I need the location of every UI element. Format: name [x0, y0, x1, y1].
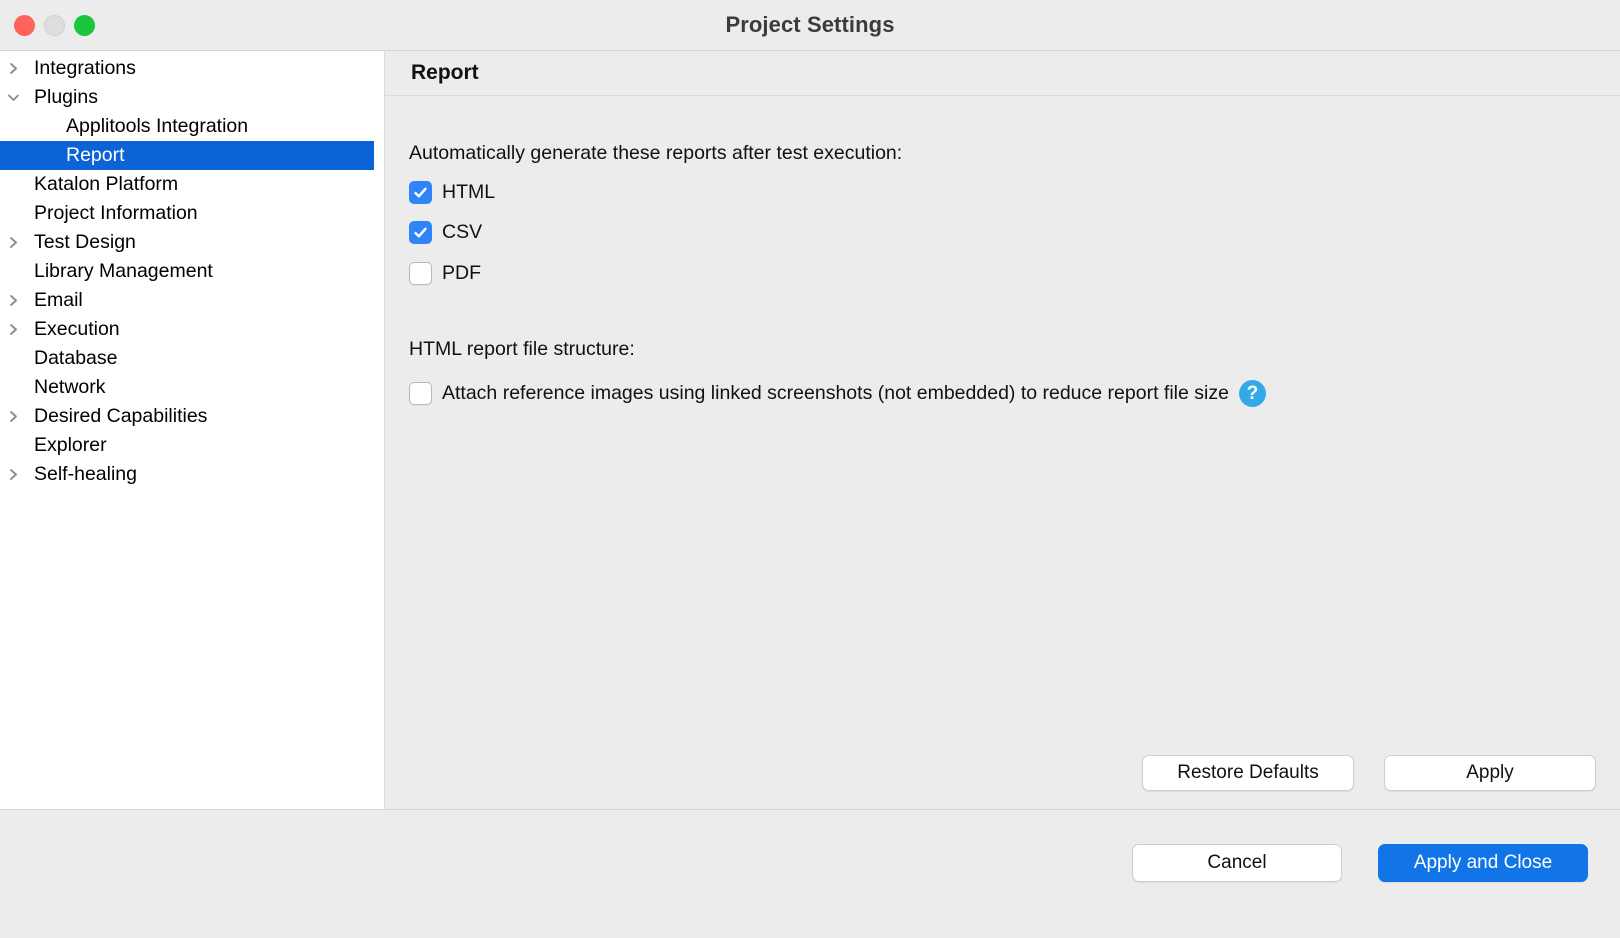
- minimize-window-button[interactable]: [44, 14, 65, 36]
- file-structure-group: HTML report file structure: Attach refer…: [409, 338, 1266, 407]
- sidebar-item-database[interactable]: Database: [0, 344, 374, 373]
- sidebar-item-desired-capabilities[interactable]: Desired Capabilities: [0, 402, 374, 431]
- sidebar-item-label: Applitools Integration: [66, 114, 249, 137]
- sidebar-item-plugins[interactable]: Plugins: [0, 83, 374, 112]
- apply-button[interactable]: Apply: [1384, 755, 1596, 791]
- sidebar-item-label: Database: [34, 346, 118, 369]
- sidebar-item-label: Katalon Platform: [34, 172, 179, 195]
- sidebar-item-library-management[interactable]: Library Management: [0, 257, 374, 286]
- chevron-down-icon[interactable]: [0, 91, 26, 104]
- auto-generate-group: Automatically generate these reports aft…: [409, 142, 902, 285]
- sidebar-item-project-information[interactable]: Project Information: [0, 199, 374, 228]
- chevron-right-icon[interactable]: [0, 410, 26, 423]
- sidebar-item-integrations[interactable]: Integrations: [0, 54, 374, 83]
- sidebar-item-explorer[interactable]: Explorer: [0, 431, 374, 460]
- sidebar-item-label: Explorer: [34, 433, 107, 456]
- close-window-button[interactable]: [14, 14, 35, 36]
- sidebar-item-label: Report: [66, 143, 125, 166]
- csv-report-label: CSV: [442, 221, 483, 243]
- checkbox-row-pdf[interactable]: PDF: [409, 262, 902, 285]
- sidebar-item-katalon-platform[interactable]: Katalon Platform: [0, 170, 374, 199]
- sidebar-item-label: Library Management: [34, 259, 213, 282]
- sidebar-item-label: Execution: [34, 317, 120, 340]
- apply-and-close-button[interactable]: Apply and Close: [1378, 844, 1588, 882]
- content-header: Report: [385, 51, 1620, 96]
- restore-defaults-button[interactable]: Restore Defaults: [1142, 755, 1354, 791]
- sidebar-item-label: Integrations: [34, 56, 136, 79]
- sidebar-item-label: Desired Capabilities: [34, 404, 208, 427]
- chevron-right-icon[interactable]: [0, 294, 26, 307]
- cancel-button[interactable]: Cancel: [1132, 844, 1342, 882]
- pdf-report-checkbox[interactable]: [409, 262, 432, 285]
- sidebar-item-email[interactable]: Email: [0, 286, 374, 315]
- chevron-right-icon[interactable]: [0, 323, 26, 336]
- sidebar-item-label: Self-healing: [34, 462, 137, 485]
- footer-button-group: Cancel Apply and Close: [1132, 844, 1588, 882]
- window-title: Project Settings: [725, 12, 895, 37]
- file-structure-label: HTML report file structure:: [409, 338, 635, 360]
- sidebar-item-label: Network: [34, 375, 106, 398]
- attach-reference-images-checkbox[interactable]: [409, 382, 432, 405]
- sidebar-item-label: Email: [34, 288, 83, 311]
- checkbox-row-csv[interactable]: CSV: [409, 221, 902, 244]
- title-bar: Project Settings: [0, 0, 1620, 51]
- settings-content-panel: Report Automatically generate these repo…: [385, 51, 1620, 809]
- chevron-right-icon[interactable]: [0, 468, 26, 481]
- chevron-right-icon[interactable]: [0, 62, 26, 75]
- help-question-icon[interactable]: ?: [1238, 380, 1266, 407]
- traffic-light-group: [14, 0, 95, 50]
- panel-button-group: Restore Defaults Apply: [1142, 755, 1596, 791]
- sidebar-item-applitools-integration[interactable]: Applitools Integration: [0, 112, 374, 141]
- report-settings-form: Automatically generate these reports aft…: [385, 96, 1620, 809]
- pdf-report-label: PDF: [442, 262, 481, 284]
- checkbox-row-html[interactable]: HTML: [409, 181, 902, 204]
- sidebar-item-label: Project Information: [34, 201, 198, 224]
- dialog-body: Integrations Plugins Applitools Integrat…: [0, 51, 1620, 809]
- sidebar-item-test-design[interactable]: Test Design: [0, 228, 374, 257]
- sidebar-item-report[interactable]: Report: [0, 141, 374, 170]
- html-report-label: HTML: [442, 181, 496, 203]
- sidebar-item-label: Test Design: [34, 230, 136, 253]
- auto-generate-label: Automatically generate these reports aft…: [409, 142, 903, 164]
- sidebar-item-label: Plugins: [34, 85, 98, 108]
- page-title: Report: [411, 61, 479, 84]
- checkbox-row-attach-reference-images[interactable]: Attach reference images using linked scr…: [409, 380, 1266, 407]
- chevron-right-icon[interactable]: [0, 236, 26, 249]
- project-settings-window: Project Settings Integrations Plugins Ap…: [0, 0, 1620, 938]
- dialog-footer: Cancel Apply and Close: [0, 809, 1620, 938]
- html-report-checkbox[interactable]: [409, 181, 432, 204]
- settings-sidebar[interactable]: Integrations Plugins Applitools Integrat…: [0, 51, 385, 809]
- attach-reference-images-label: Attach reference images using linked scr…: [442, 382, 1229, 404]
- csv-report-checkbox[interactable]: [409, 221, 432, 244]
- maximize-window-button[interactable]: [74, 14, 95, 36]
- sidebar-item-self-healing[interactable]: Self-healing: [0, 460, 374, 489]
- sidebar-item-execution[interactable]: Execution: [0, 315, 374, 344]
- sidebar-item-network[interactable]: Network: [0, 373, 374, 402]
